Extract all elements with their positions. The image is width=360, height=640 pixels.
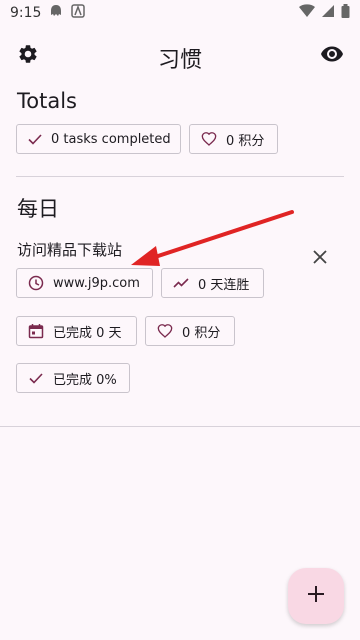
streak-chip[interactable]: 0 天连胜 [161, 268, 264, 298]
status-bar: 9:15 [0, 0, 360, 26]
completed-percent-label: 已完成 0% [53, 372, 117, 388]
add-habit-button[interactable] [288, 568, 344, 624]
heart-icon [200, 130, 218, 148]
habit-points-chip[interactable]: 0 积分 [145, 316, 235, 346]
tasks-completed-chip[interactable]: 0 tasks completed [16, 124, 181, 154]
battery-icon [341, 4, 350, 22]
habit-name: 访问精品下载站 [17, 241, 123, 259]
wifi-icon [299, 4, 315, 22]
eye-icon [320, 42, 344, 70]
clock-icon [27, 274, 45, 292]
close-icon [312, 249, 328, 269]
tasks-completed-label: 0 tasks completed [51, 131, 171, 147]
check-icon [27, 130, 43, 148]
total-points-chip[interactable]: 0 积分 [189, 124, 278, 154]
notification-icon [49, 4, 63, 22]
app-icon [71, 4, 86, 22]
reminder-chip[interactable]: www.j9p.com [16, 268, 153, 298]
total-points-label: 0 积分 [226, 133, 265, 149]
habit-points-label: 0 积分 [182, 325, 221, 341]
calendar-icon [27, 322, 45, 340]
list-end-divider [0, 426, 360, 427]
streak-label: 0 天连胜 [198, 277, 250, 293]
completed-days-chip[interactable]: 已完成 0 天 [16, 316, 137, 346]
reminder-label: www.j9p.com [53, 275, 140, 291]
status-time: 9:15 [10, 5, 42, 21]
signal-icon [321, 4, 335, 22]
delete-habit-button[interactable] [309, 248, 331, 270]
daily-title: 每日 [17, 197, 59, 221]
totals-title: Totals [17, 89, 77, 113]
completed-percent-chip[interactable]: 已完成 0% [16, 363, 130, 393]
section-divider [16, 176, 344, 177]
plus-icon [306, 584, 326, 608]
trend-icon [172, 274, 190, 292]
completed-days-label: 已完成 0 天 [53, 325, 122, 341]
check-icon [27, 369, 45, 387]
page-title: 习惯 [157, 48, 202, 73]
app-bar: 习惯 [0, 36, 360, 76]
visibility-toggle-button[interactable] [320, 44, 344, 68]
heart-icon [156, 322, 174, 340]
